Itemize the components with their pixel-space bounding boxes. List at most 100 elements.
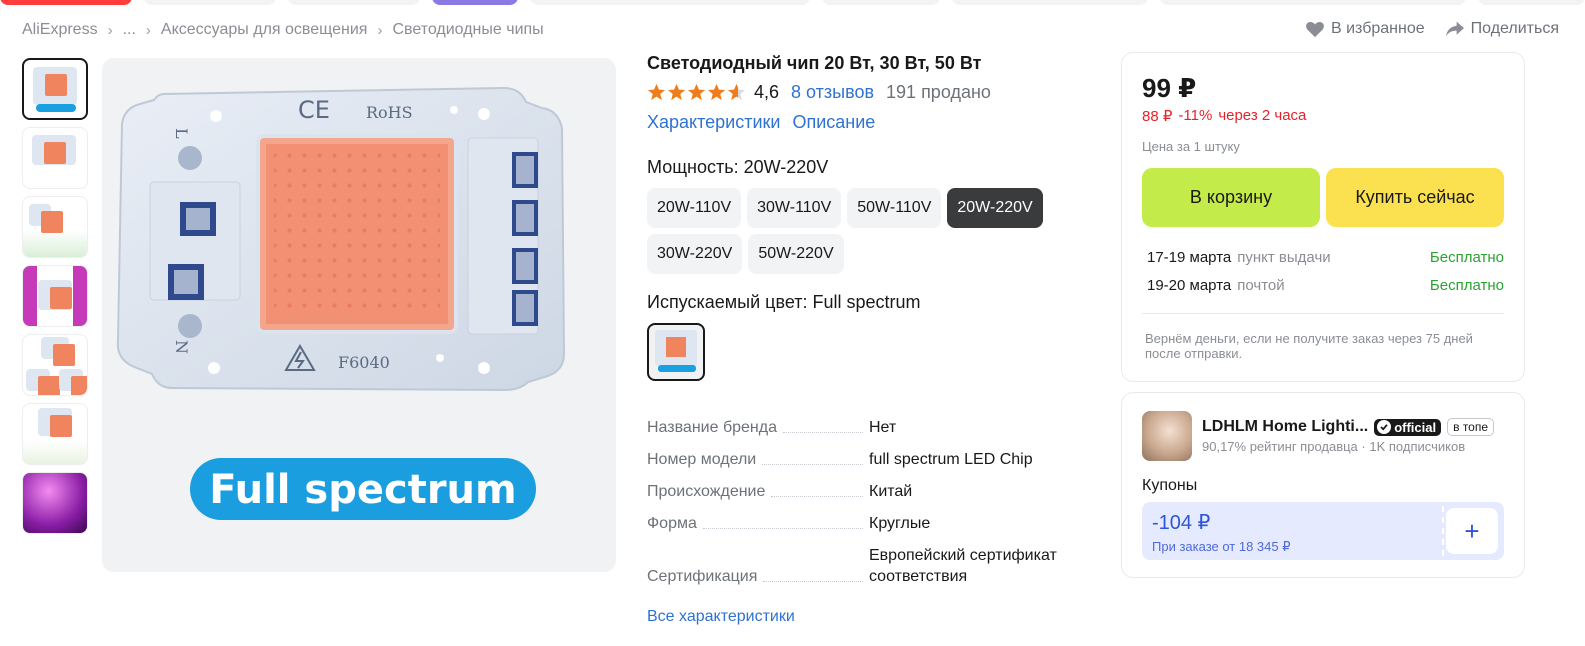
seller-avatar[interactable] — [1142, 411, 1192, 461]
power-options: 20W-110V 30W-110V 50W-110V 20W-220V 30W-… — [647, 188, 1087, 274]
price: 99 ₽ — [1142, 73, 1197, 103]
spec-row: Происхождение Китай — [647, 481, 1087, 502]
color-swatch-full-spectrum[interactable] — [647, 323, 705, 381]
delivery-method: пункт выдачи — [1237, 248, 1331, 266]
pin-n-label: N — [172, 340, 191, 354]
delivery-row[interactable]: 19-20 марта почтой Бесплатно — [1142, 271, 1504, 299]
check-icon — [1377, 420, 1392, 434]
thumbnail[interactable] — [22, 403, 88, 465]
heart-icon — [1306, 21, 1324, 38]
breadcrumb-item-led-chips[interactable]: Светодиодные чипы — [392, 21, 543, 39]
coupon: -104 ₽ При заказе от 18 345 ₽ + — [1142, 502, 1504, 560]
specs-list: Название бренда Нет Номер модели full sp… — [647, 417, 1087, 587]
top-actions: В избранное Поделиться — [1305, 20, 1559, 38]
power-option-20w-110v[interactable]: 20W-110V — [647, 188, 742, 228]
coupon-condition: При заказе от 18 345 ₽ — [1152, 539, 1291, 554]
seller-card: LDHLM Home Lighti... official в топе 90,… — [1121, 392, 1525, 578]
breadcrumb-item-lighting-accessories[interactable]: Аксессуары для освещения — [161, 21, 368, 39]
divider — [1142, 313, 1504, 314]
thumbnail[interactable] — [22, 472, 88, 534]
seller-name[interactable]: LDHLM Home Lighti... — [1202, 418, 1368, 436]
power-option-50w-220v[interactable]: 50W-220V — [748, 234, 844, 274]
power-option-30w-220v[interactable]: 30W-220V — [647, 234, 743, 274]
delivery-date: 19-20 марта — [1147, 276, 1232, 294]
spec-row: Номер модели full spectrum LED Chip — [647, 449, 1087, 470]
share-button[interactable]: Поделиться — [1445, 20, 1559, 38]
spec-key: Форма — [647, 515, 697, 532]
rating-row: 4,6 8 отзывов 191 продано — [647, 79, 1087, 105]
star-icon — [667, 83, 686, 100]
seller-header[interactable]: LDHLM Home Lighti... official в топе 90,… — [1142, 411, 1504, 461]
main-product-image[interactable]: CE RoHS L N F6040 Full spectrum — [102, 58, 616, 572]
spec-row: Название бренда Нет — [647, 417, 1087, 438]
delivery-date: 17-19 марта — [1147, 248, 1232, 266]
power-option-30w-110v[interactable]: 30W-110V — [747, 188, 842, 228]
pin-l-label: L — [172, 128, 191, 139]
spec-key: Номер модели — [647, 451, 757, 468]
spec-value: Круглые — [869, 515, 931, 532]
official-badge-label: official — [1394, 419, 1437, 435]
star-icon — [647, 83, 666, 100]
discount-percent: -11% — [1178, 107, 1213, 124]
price-per-item: Цена за 1 штуку — [1142, 139, 1240, 154]
top-badge: в топе — [1447, 418, 1495, 436]
product-title: Светодиодный чип 20 Вт, 30 Вт, 50 Вт — [647, 53, 982, 73]
thumbnail[interactable] — [22, 196, 88, 258]
add-to-cart-button[interactable]: В корзину — [1142, 168, 1320, 227]
all-specs-link[interactable]: Все характеристики — [647, 608, 795, 626]
power-option-50w-110v[interactable]: 50W-110V — [847, 188, 942, 228]
share-icon — [1445, 21, 1464, 37]
rating-value: 4,6 — [754, 81, 780, 102]
model-print: F6040 — [338, 353, 390, 372]
thumbnail[interactable] — [22, 334, 88, 396]
power-option-20w-220v[interactable]: 20W-220V — [947, 188, 1043, 228]
delivery-price: Бесплатно — [1429, 276, 1504, 294]
seller-followers: 1K подписчиков — [1369, 439, 1466, 454]
tab-description[interactable]: Описание — [792, 112, 875, 133]
refund-guarantee: Вернём деньги, если не получите заказ че… — [1145, 331, 1473, 361]
favorite-label: В избранное — [1331, 20, 1425, 37]
discount-timer: через 2 часа — [1218, 107, 1307, 124]
spec-value: Китай — [869, 483, 913, 500]
breadcrumb-item-ellipsis[interactable]: ... — [123, 21, 136, 39]
rohs-mark: RoHS — [366, 103, 413, 122]
price-card: 99 ₽ 88 ₽ -11% через 2 часа Цена за 1 шт… — [1121, 52, 1525, 382]
top-strip — [0, 0, 1585, 6]
delivery-row[interactable]: 17-19 марта пункт выдачи Бесплатно — [1142, 243, 1504, 271]
sold-count: 191 продано — [886, 81, 991, 102]
old-price: 88 ₽ — [1142, 108, 1173, 125]
thumbnail[interactable] — [22, 58, 88, 120]
star-half-icon — [727, 83, 746, 100]
favorite-button[interactable]: В избранное — [1305, 20, 1425, 38]
thumbnail[interactable] — [22, 265, 88, 327]
spec-row: Форма Круглые — [647, 513, 1087, 534]
delivery-method: почтой — [1237, 276, 1285, 294]
full-spectrum-label: Full spectrum — [209, 467, 516, 513]
delivery-price: Бесплатно — [1429, 248, 1504, 266]
chevron-right-icon: › — [377, 21, 383, 39]
spec-key: Происхождение — [647, 483, 766, 500]
chevron-right-icon: › — [145, 21, 151, 39]
thumbnail[interactable] — [22, 127, 88, 189]
spec-row: Сертификация Европейский сертификат соот… — [647, 545, 1087, 587]
seller-meta: 90,17% рейтинг продавца · 1K подписчиков — [1202, 439, 1466, 454]
thumbnail-list — [22, 58, 90, 541]
spec-value: full spectrum LED Chip — [869, 451, 1033, 468]
reviews-link[interactable]: 8 отзывов — [791, 82, 874, 103]
spec-value: Нет — [869, 419, 897, 436]
discount-row: 88 ₽ -11% через 2 часа — [1142, 107, 1504, 125]
breadcrumb: AliExpress › ... › Аксессуары для освеще… — [22, 20, 544, 40]
product-info: Светодиодный чип 20 Вт, 30 Вт, 50 Вт 4,6… — [647, 52, 1087, 626]
spec-key: Название бренда — [647, 419, 777, 436]
spec-key: Сертификация — [647, 568, 758, 585]
buy-now-button[interactable]: Купить сейчас — [1326, 168, 1504, 227]
rating-stars — [647, 83, 746, 102]
breadcrumb-item-home[interactable]: AliExpress — [22, 21, 98, 39]
purchase-buttons: В корзину Купить сейчас — [1142, 168, 1504, 227]
color-label: Испускаемый цвет: Full spectrum — [647, 292, 921, 312]
add-coupon-button[interactable]: + — [1446, 508, 1498, 554]
star-icon — [707, 83, 726, 100]
coupons-label: Купоны — [1142, 477, 1198, 494]
info-tabs: Характеристики Описание — [647, 109, 1087, 135]
tab-characteristics[interactable]: Характеристики — [647, 112, 780, 133]
